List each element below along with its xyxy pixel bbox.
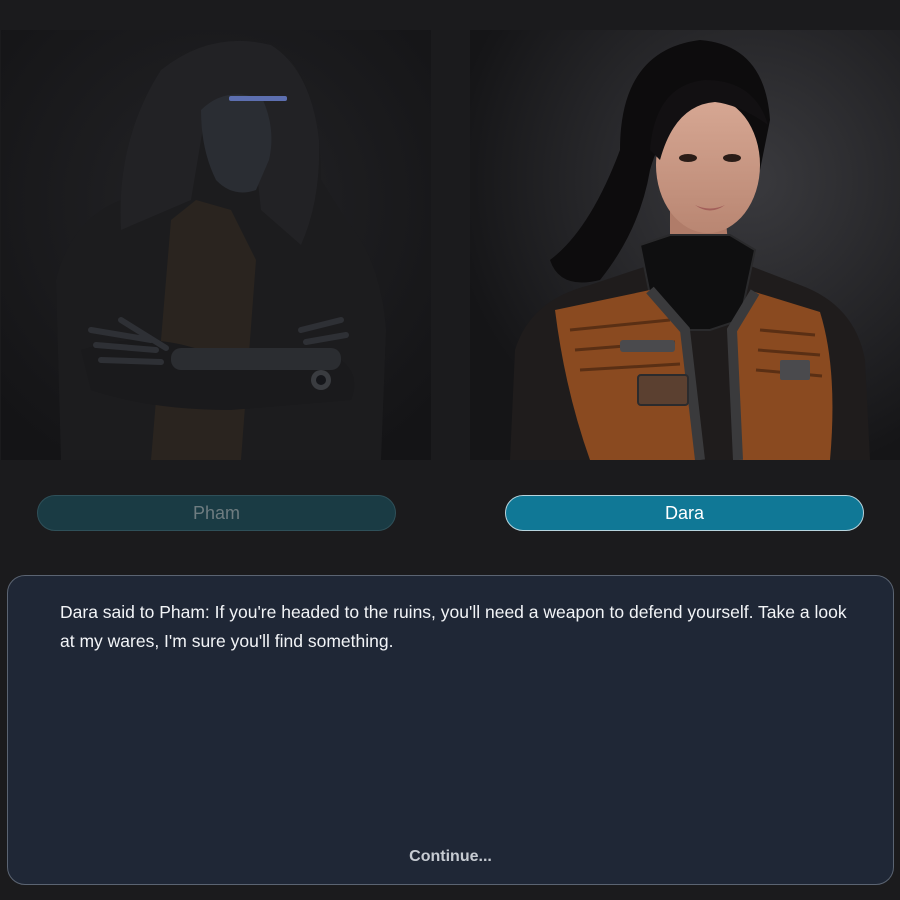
character-button-pham[interactable]: Pham [37,495,396,531]
dialogue-text: Dara said to Pham: If you're headed to t… [60,602,847,651]
dialogue-scene: Pham Dara Dara said to Pham: If you're h… [0,0,900,900]
hooded-cyborg-portrait [1,30,431,460]
character-button-dara[interactable]: Dara [505,495,864,531]
dialogue-box: Dara said to Pham: If you're headed to t… [7,575,894,885]
portrait-dara [470,30,900,460]
character-button-label: Pham [192,502,241,523]
portrait-pham [1,30,431,460]
continue-button[interactable]: Continue... [8,848,893,866]
merchant-woman-portrait [470,30,900,460]
character-button-label: Dara [664,502,704,523]
